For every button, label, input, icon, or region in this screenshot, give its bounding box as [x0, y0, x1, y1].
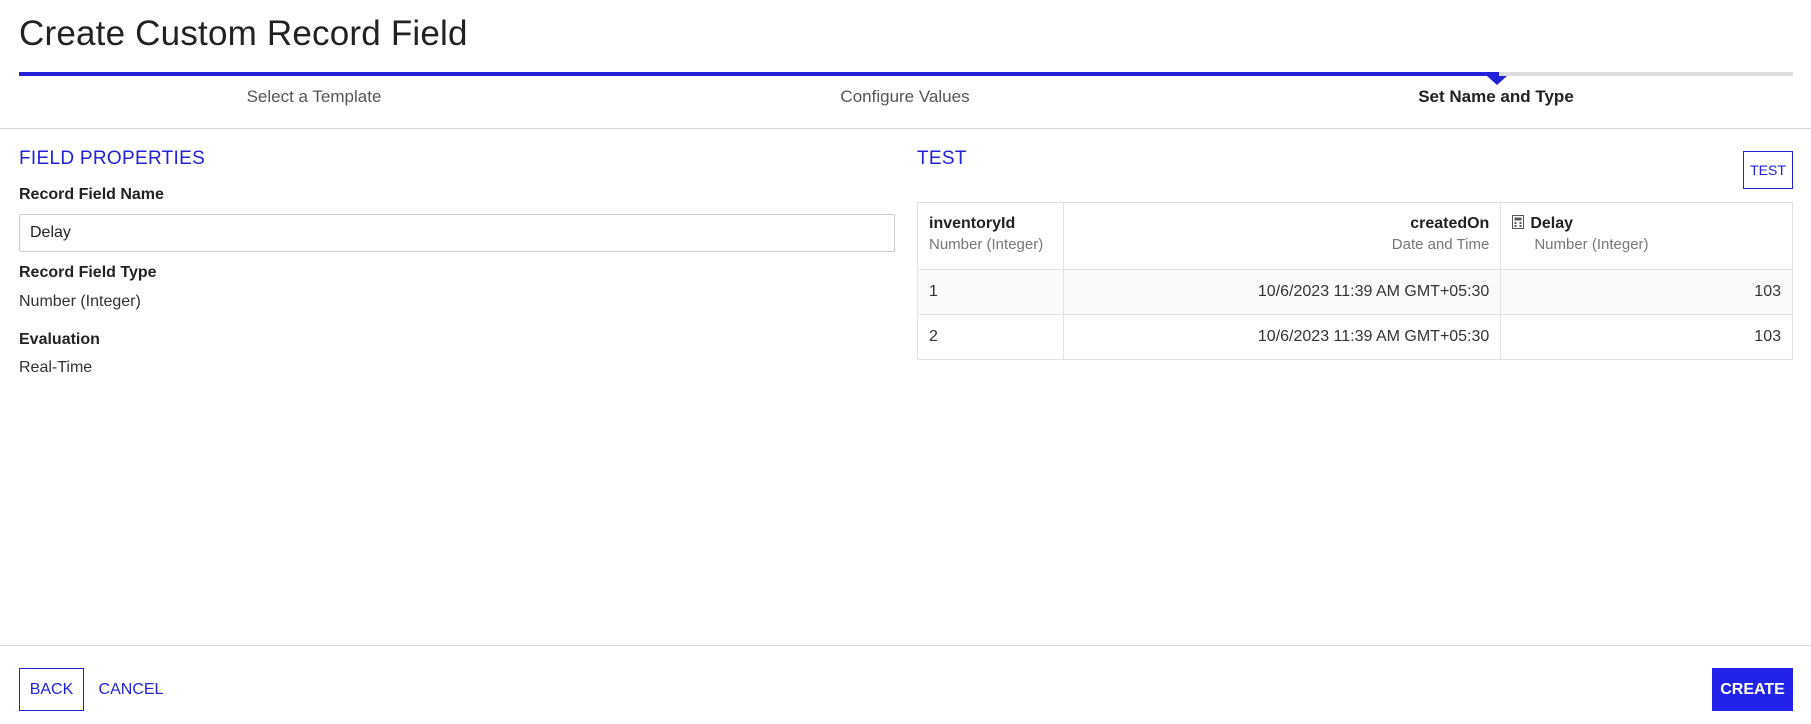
step-set-name-and-type[interactable]: Set Name and Type	[1296, 87, 1696, 107]
table-row: 2 10/6/2023 11:39 AM GMT+05:30 103	[917, 314, 1793, 360]
stepper-progress	[19, 72, 1499, 76]
column-header-delay[interactable]: Delay Number (Integer)	[1500, 202, 1793, 270]
evaluation-value: Real-Time	[19, 359, 93, 376]
column-header-createdon[interactable]: createdOn Date and Time	[1062, 202, 1502, 270]
cell-inventoryid: 1	[917, 269, 1064, 315]
record-field-name-label: Record Field Name	[19, 186, 164, 203]
column-type: Number (Integer)	[1534, 236, 1649, 253]
column-name: createdOn	[1410, 215, 1490, 232]
column-type: Number (Integer)	[929, 236, 1044, 253]
column-name: Delay	[1530, 215, 1574, 232]
record-field-name-input[interactable]	[19, 214, 895, 252]
column-header-inventoryid[interactable]: inventoryId Number (Integer)	[917, 202, 1064, 270]
grid-header-row: inventoryId Number (Integer) createdOn D…	[917, 202, 1793, 270]
create-button[interactable]: CREATE	[1712, 668, 1793, 711]
cell-delay: 103	[1500, 314, 1793, 360]
step-select-template[interactable]: Select a Template	[114, 87, 514, 107]
cell-createdon: 10/6/2023 11:39 AM GMT+05:30	[1062, 269, 1502, 315]
current-step-marker-icon	[1487, 76, 1507, 85]
column-title-with-icon: Delay	[1512, 213, 1781, 235]
wizard-stepper: Select a Template Configure Values Set N…	[19, 70, 1793, 110]
test-button[interactable]: TEST	[1743, 151, 1793, 189]
cell-delay: 103	[1500, 269, 1793, 315]
footer-divider	[0, 645, 1811, 646]
cell-createdon: 10/6/2023 11:39 AM GMT+05:30	[1062, 314, 1502, 360]
field-properties-heading: FIELD PROPERTIES	[19, 148, 206, 169]
calculator-icon	[1512, 215, 1525, 229]
page-title: Create Custom Record Field	[19, 14, 468, 53]
header-divider	[0, 128, 1811, 129]
step-configure-values[interactable]: Configure Values	[705, 87, 1105, 107]
evaluation-label: Evaluation	[19, 331, 100, 348]
record-field-type-value: Number (Integer)	[19, 293, 141, 310]
record-field-type-label: Record Field Type	[19, 264, 157, 281]
test-results-grid: inventoryId Number (Integer) createdOn D…	[917, 202, 1793, 360]
column-name: inventoryId	[929, 215, 1016, 232]
test-heading: TEST	[917, 148, 967, 169]
back-button[interactable]: BACK	[19, 668, 84, 711]
cancel-button[interactable]: CANCEL	[90, 668, 172, 711]
table-row: 1 10/6/2023 11:39 AM GMT+05:30 103	[917, 269, 1793, 315]
cell-inventoryid: 2	[917, 314, 1064, 360]
column-type: Date and Time	[1391, 236, 1490, 253]
